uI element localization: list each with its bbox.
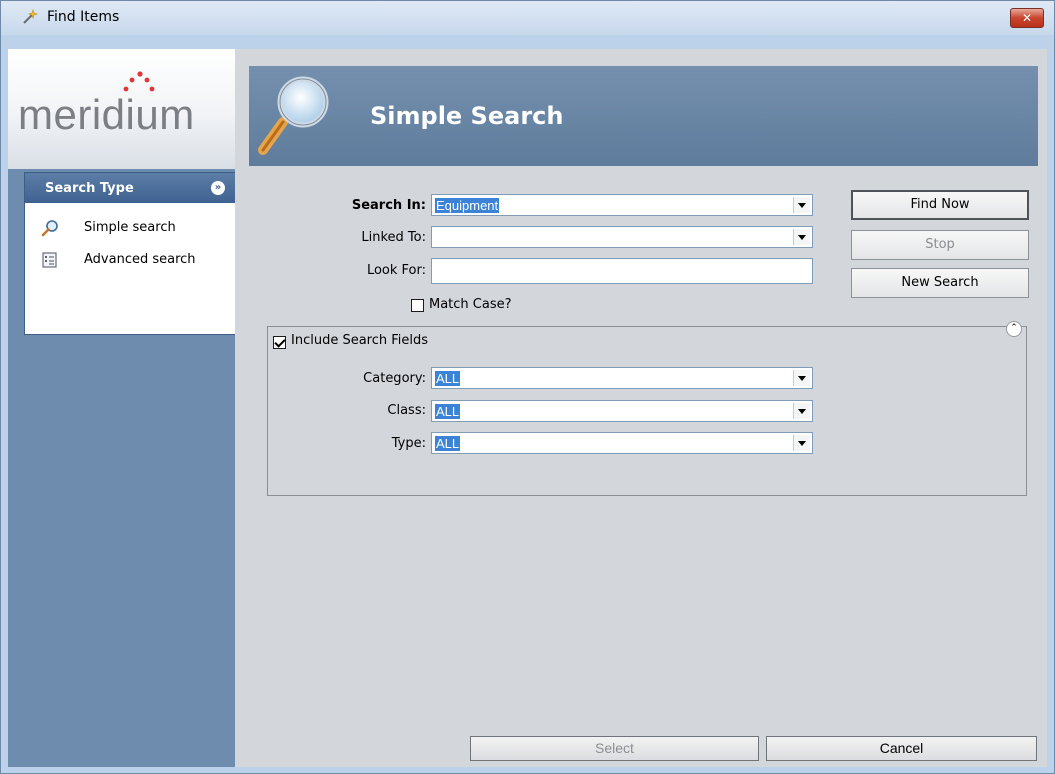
- page-title: Simple Search: [370, 102, 564, 130]
- chevron-down-icon[interactable]: [793, 197, 810, 213]
- search-type-title: Search Type: [45, 181, 134, 196]
- sidebar-item-label: Simple search: [84, 220, 176, 235]
- search-type-header[interactable]: Search Type »: [25, 173, 235, 203]
- list-form-icon: [42, 252, 57, 268]
- include-search-fields-label: Include Search Fields: [291, 333, 429, 348]
- type-select[interactable]: ALL: [431, 432, 813, 454]
- stop-button[interactable]: Stop: [851, 230, 1029, 260]
- search-in-select[interactable]: Equipment: [431, 194, 813, 216]
- magnifier-icon: [258, 76, 329, 155]
- linked-to-label: Linked To:: [361, 230, 426, 245]
- linked-to-select[interactable]: [431, 226, 813, 248]
- header-banner: Simple Search: [249, 66, 1038, 166]
- search-type-panel: Search Type » Simple search Advanced sea…: [24, 172, 236, 335]
- close-button[interactable]: ✕: [1010, 8, 1044, 28]
- main-panel: Simple Search Search In: Equipment Linke…: [235, 49, 1047, 767]
- new-search-button[interactable]: New Search: [851, 268, 1029, 298]
- window-title: Find Items: [47, 9, 120, 25]
- find-items-window: Find Items ✕ meridium Search Type » Simp…: [0, 0, 1055, 774]
- chevron-down-icon[interactable]: [793, 403, 810, 419]
- select-button[interactable]: Select: [470, 736, 759, 761]
- search-in-value: Equipment: [435, 198, 500, 213]
- logo: meridium: [8, 49, 235, 169]
- class-label: Class:: [387, 403, 426, 418]
- cancel-button[interactable]: Cancel: [766, 736, 1037, 761]
- class-value: ALL: [435, 404, 461, 419]
- search-in-label: Search In:: [351, 198, 426, 213]
- category-value: ALL: [435, 371, 461, 386]
- match-case-label: Match Case?: [429, 297, 512, 312]
- match-case-checkbox[interactable]: [411, 299, 424, 312]
- type-label: Type:: [391, 436, 426, 451]
- class-select[interactable]: ALL: [431, 400, 813, 422]
- chevron-double-down-icon[interactable]: »: [211, 181, 225, 195]
- logo-dots-icon: [123, 71, 155, 92]
- chevron-double-up-icon[interactable]: ⌃: [1006, 321, 1022, 337]
- chevron-down-icon[interactable]: [793, 229, 810, 245]
- look-for-label: Look For:: [366, 263, 426, 278]
- sidebar-item-label: Advanced search: [84, 252, 196, 267]
- logo-text: meridium: [18, 91, 195, 138]
- find-wand-icon: [23, 9, 38, 24]
- left-panel: meridium Search Type » Simple search Adv…: [8, 49, 236, 767]
- type-value: ALL: [435, 436, 461, 451]
- title-bar[interactable]: Find Items ✕: [1, 1, 1054, 35]
- include-search-fields-checkbox[interactable]: [273, 336, 286, 349]
- chevron-down-icon[interactable]: [793, 435, 810, 451]
- category-label: Category:: [363, 371, 426, 386]
- look-for-input[interactable]: [431, 258, 813, 284]
- find-now-button[interactable]: Find Now: [851, 190, 1029, 220]
- category-select[interactable]: ALL: [431, 367, 813, 389]
- chevron-down-icon[interactable]: [793, 370, 810, 386]
- magnifier-icon: [41, 220, 58, 237]
